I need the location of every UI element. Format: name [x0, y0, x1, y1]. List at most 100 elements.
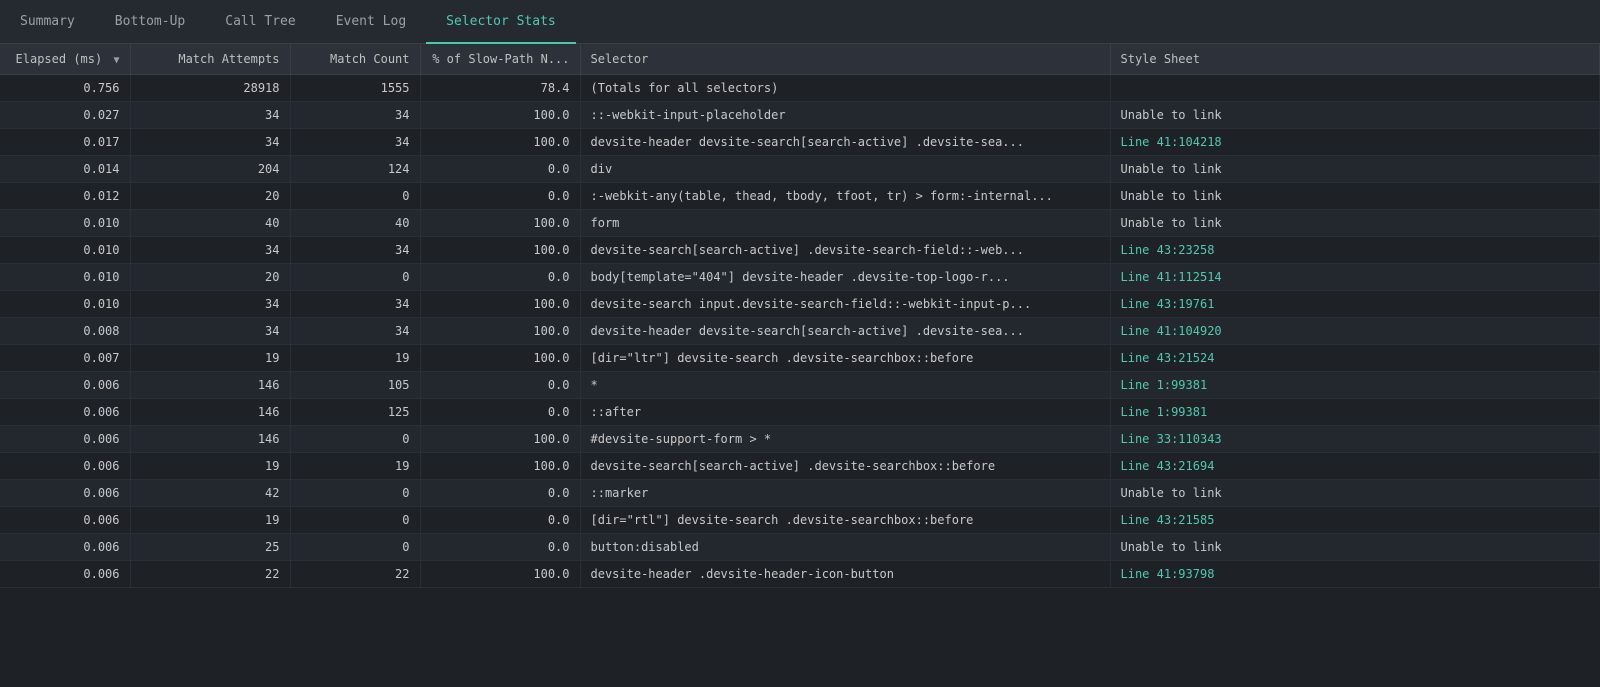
col-attempts[interactable]: Match Attempts	[130, 44, 290, 75]
table-row[interactable]: 0.75628918155578.4(Totals for all select…	[0, 75, 1600, 102]
table-cell: 19	[130, 507, 290, 534]
table-cell-stylesheet[interactable]: Line 33:110343	[1110, 426, 1600, 453]
table-cell: 0	[290, 534, 420, 561]
table-cell: 0.010	[0, 237, 130, 264]
table-cell: [dir="rtl"] devsite-search .devsite-sear…	[580, 507, 1110, 534]
table-cell-stylesheet: Unable to link	[1110, 534, 1600, 561]
table-row[interactable]: 0.0102000.0body[template="404"] devsite-…	[0, 264, 1600, 291]
stylesheet-link[interactable]: Line 33:110343	[1121, 432, 1222, 446]
table-cell-stylesheet[interactable]: Line 43:21524	[1110, 345, 1600, 372]
table-cell: 78.4	[420, 75, 580, 102]
table-cell-stylesheet[interactable]: Line 41:104218	[1110, 129, 1600, 156]
tab-event-log[interactable]: Event Log	[316, 1, 426, 44]
table-cell: 0	[290, 426, 420, 453]
table-cell: 100.0	[420, 210, 580, 237]
col-stylesheet-label: Style Sheet	[1121, 52, 1200, 66]
table-cell-stylesheet[interactable]: Line 43:21585	[1110, 507, 1600, 534]
table-cell: 100.0	[420, 561, 580, 588]
stylesheet-link[interactable]: Line 43:21694	[1121, 459, 1215, 473]
table-cell: 19	[130, 345, 290, 372]
table-cell: 0.0	[420, 534, 580, 561]
table-row[interactable]: 0.0083434100.0devsite-header devsite-sea…	[0, 318, 1600, 345]
table-cell-stylesheet[interactable]: Line 43:21694	[1110, 453, 1600, 480]
table-cell: 0	[290, 183, 420, 210]
col-elapsed[interactable]: Elapsed (ms) ▼	[0, 44, 130, 75]
table-cell-stylesheet[interactable]: Line 1:99381	[1110, 372, 1600, 399]
tab-selector-stats[interactable]: Selector Stats	[426, 1, 576, 44]
table-cell-stylesheet[interactable]: Line 41:104920	[1110, 318, 1600, 345]
table-cell: 204	[130, 156, 290, 183]
table-row[interactable]: 0.0142041240.0divUnable to link	[0, 156, 1600, 183]
table-cell: :-webkit-any(table, thead, tbody, tfoot,…	[580, 183, 1110, 210]
table-row[interactable]: 0.0061460100.0#devsite-support-form > *L…	[0, 426, 1600, 453]
table-cell-stylesheet: Unable to link	[1110, 156, 1600, 183]
stylesheet-link[interactable]: Line 41:112514	[1121, 270, 1222, 284]
table-cell: [dir="ltr"] devsite-search .devsite-sear…	[580, 345, 1110, 372]
stylesheet-link[interactable]: Line 43:23258	[1121, 243, 1215, 257]
stylesheet-link[interactable]: Line 1:99381	[1121, 405, 1208, 419]
table-row[interactable]: 0.0062222100.0devsite-header .devsite-he…	[0, 561, 1600, 588]
table-row[interactable]: 0.0062500.0button:disabledUnable to link	[0, 534, 1600, 561]
stylesheet-link[interactable]: Line 43:21585	[1121, 513, 1215, 527]
table-cell: 34	[290, 237, 420, 264]
table-row[interactable]: 0.0122000.0:-webkit-any(table, thead, tb…	[0, 183, 1600, 210]
col-slowpath[interactable]: % of Slow-Path N...	[420, 44, 580, 75]
table-cell: 100.0	[420, 345, 580, 372]
stylesheet-link[interactable]: Line 43:21524	[1121, 351, 1215, 365]
table-cell-stylesheet[interactable]: Line 43:23258	[1110, 237, 1600, 264]
table-cell: 100.0	[420, 237, 580, 264]
table-row[interactable]: 0.0104040100.0formUnable to link	[0, 210, 1600, 237]
stylesheet-link[interactable]: Line 43:19761	[1121, 297, 1215, 311]
table-cell: 0.0	[420, 156, 580, 183]
table-cell: (Totals for all selectors)	[580, 75, 1110, 102]
table-cell-stylesheet: Unable to link	[1110, 183, 1600, 210]
table-row[interactable]: 0.0173434100.0devsite-header devsite-sea…	[0, 129, 1600, 156]
table-container[interactable]: Elapsed (ms) ▼ Match Attempts Match Coun…	[0, 44, 1600, 687]
table-cell-stylesheet	[1110, 75, 1600, 102]
table-row[interactable]: 0.0273434100.0::-webkit-input-placeholde…	[0, 102, 1600, 129]
table-cell: 0.006	[0, 426, 130, 453]
table-cell: #devsite-support-form > *	[580, 426, 1110, 453]
table-cell: 100.0	[420, 318, 580, 345]
table-cell-stylesheet: Unable to link	[1110, 102, 1600, 129]
table-cell: 0.010	[0, 291, 130, 318]
stylesheet-link[interactable]: Line 41:104920	[1121, 324, 1222, 338]
table-cell-stylesheet[interactable]: Line 43:19761	[1110, 291, 1600, 318]
stylesheet-link[interactable]: Line 1:99381	[1121, 378, 1208, 392]
table-row[interactable]: 0.0064200.0::markerUnable to link	[0, 480, 1600, 507]
table-cell: 0.006	[0, 453, 130, 480]
table-cell: 22	[130, 561, 290, 588]
table-cell: 100.0	[420, 453, 580, 480]
table-cell: 19	[130, 453, 290, 480]
table-row[interactable]: 0.0103434100.0devsite-search input.devsi…	[0, 291, 1600, 318]
table-row[interactable]: 0.0061461050.0*Line 1:99381	[0, 372, 1600, 399]
table-row[interactable]: 0.0071919100.0[dir="ltr"] devsite-search…	[0, 345, 1600, 372]
col-count[interactable]: Match Count	[290, 44, 420, 75]
table-cell-stylesheet[interactable]: Line 41:112514	[1110, 264, 1600, 291]
table-row[interactable]: 0.0103434100.0devsite-search[search-acti…	[0, 237, 1600, 264]
table-row[interactable]: 0.0061919100.0devsite-search[search-acti…	[0, 453, 1600, 480]
table-cell: 0	[290, 264, 420, 291]
table-row[interactable]: 0.0061461250.0::afterLine 1:99381	[0, 399, 1600, 426]
tab-bottom-up[interactable]: Bottom-Up	[95, 1, 205, 44]
col-selector[interactable]: Selector	[580, 44, 1110, 75]
table-cell: 0.0	[420, 480, 580, 507]
table-cell: 20	[130, 183, 290, 210]
tab-call-tree[interactable]: Call Tree	[205, 1, 315, 44]
tab-summary[interactable]: Summary	[0, 1, 95, 44]
table-cell: 20	[130, 264, 290, 291]
col-stylesheet[interactable]: Style Sheet	[1110, 44, 1600, 75]
table-cell: 0.007	[0, 345, 130, 372]
table-cell: 34	[290, 291, 420, 318]
table-cell: 0.014	[0, 156, 130, 183]
table-cell-stylesheet[interactable]: Line 1:99381	[1110, 399, 1600, 426]
table-header-row: Elapsed (ms) ▼ Match Attempts Match Coun…	[0, 44, 1600, 75]
table-row[interactable]: 0.0061900.0[dir="rtl"] devsite-search .d…	[0, 507, 1600, 534]
col-selector-label: Selector	[591, 52, 649, 66]
table-cell: 0.0	[420, 264, 580, 291]
stylesheet-link[interactable]: Line 41:93798	[1121, 567, 1215, 581]
stylesheet-link[interactable]: Line 41:104218	[1121, 135, 1222, 149]
table-cell-stylesheet[interactable]: Line 41:93798	[1110, 561, 1600, 588]
table-cell: 0.008	[0, 318, 130, 345]
table-cell: form	[580, 210, 1110, 237]
